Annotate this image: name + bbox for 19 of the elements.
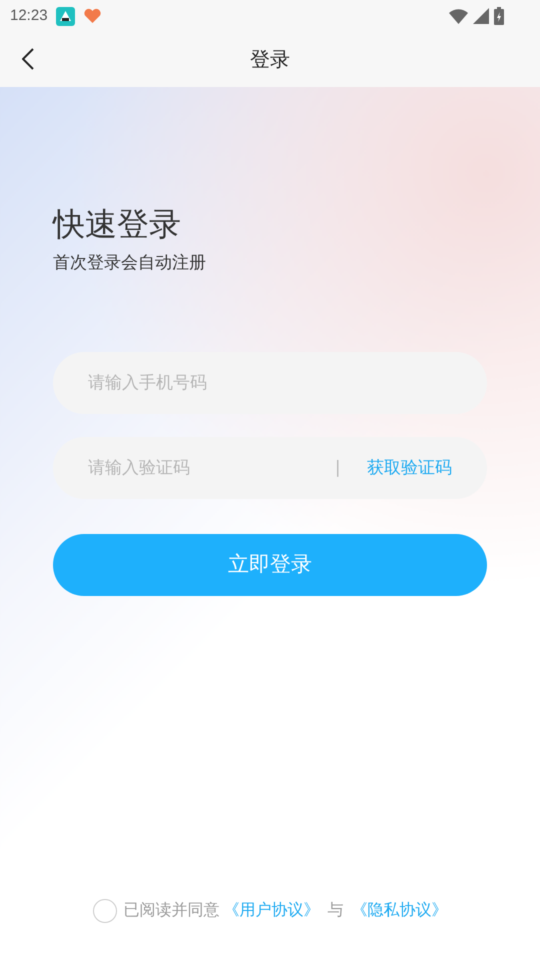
app-notification-icon xyxy=(56,6,75,26)
status-time: 12:23 xyxy=(10,6,48,26)
wifi-icon xyxy=(449,8,468,24)
signal-icon xyxy=(473,8,489,24)
agree-checkbox[interactable] xyxy=(92,899,116,923)
login-button[interactable]: 立即登录 xyxy=(53,534,487,596)
intro-subtitle: 首次登录会自动注册 xyxy=(53,252,207,274)
heart-icon xyxy=(82,6,102,26)
user-agreement-link[interactable]: 《用户协议》 xyxy=(224,899,320,923)
battery-icon xyxy=(494,7,504,25)
phone-input-field[interactable]: 请输入手机号码 xyxy=(53,352,487,414)
agreement-text: 已阅读并同意 xyxy=(124,900,220,921)
page-title: 登录 xyxy=(250,48,290,72)
intro-title: 快速登录 xyxy=(53,205,182,244)
field-separator: | xyxy=(335,456,340,479)
code-input-field[interactable]: 请输入验证码 | 获取验证码 xyxy=(53,436,487,498)
agreement-joiner: 与 xyxy=(328,900,344,921)
privacy-agreement-link[interactable]: 《隐私协议》 xyxy=(352,899,448,923)
get-code-button[interactable]: 获取验证码 xyxy=(367,454,452,480)
